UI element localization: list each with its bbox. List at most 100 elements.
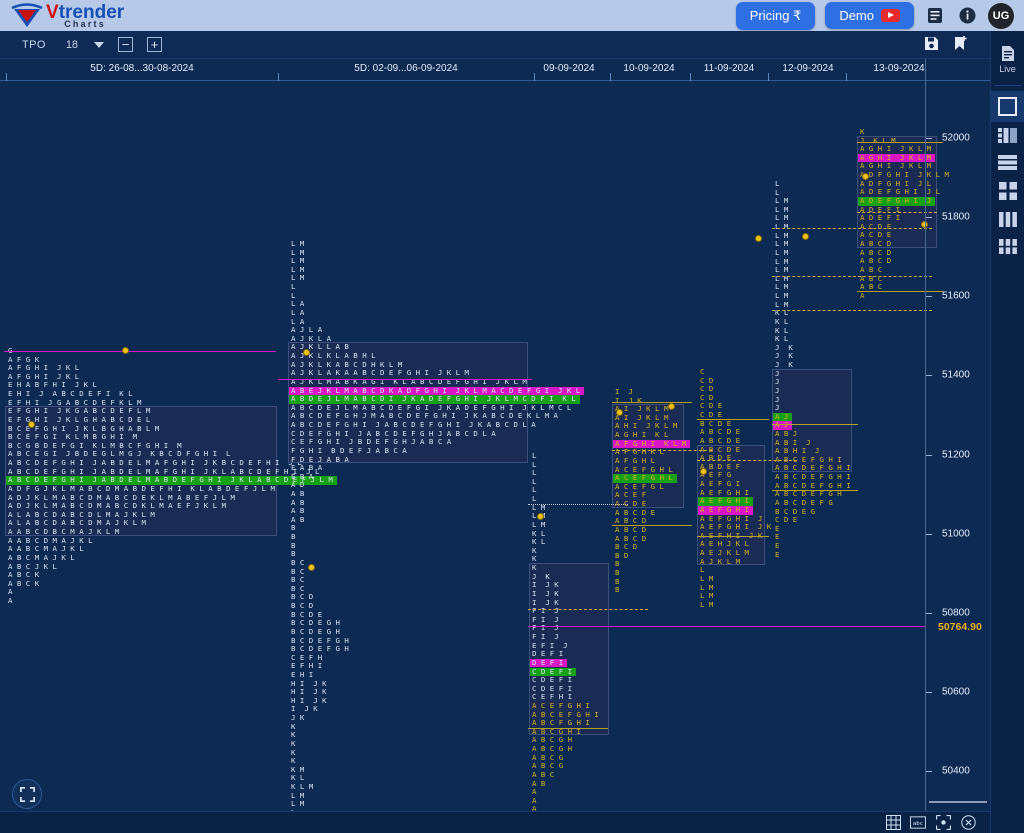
poc-extension-line [4, 350, 276, 352]
axis-tick [926, 691, 932, 693]
demo-button[interactable]: Demo [825, 2, 914, 29]
axis-price-label: 51600 [942, 290, 970, 302]
axis-tick [926, 454, 932, 456]
rail-item-single-pane[interactable] [990, 91, 1024, 122]
axis-price-label: 51800 [942, 211, 970, 223]
brand-text: Vtrender Charts [46, 3, 124, 29]
date-column-label[interactable]: 13-09-2024 [873, 63, 924, 74]
right-rail: Live [990, 31, 1024, 833]
rail-item-live[interactable]: Live [991, 39, 1024, 80]
session-marker-icon [303, 348, 310, 356]
date-header-row: 5D: 26-08...30-08-2024 5D: 02-09...06-09-… [0, 59, 990, 81]
header-actions: Pricing ₹ Demo UG [735, 1, 1014, 30]
rail-item-quad-layout[interactable] [991, 176, 1024, 206]
svg-text:abc: abc [913, 821, 923, 827]
tpo-row: A B C K [8, 578, 40, 588]
rail-item-rows-layout[interactable] [991, 149, 1024, 176]
axis-tick [926, 533, 932, 535]
close-circle-icon[interactable] [960, 815, 976, 831]
rail-divider [994, 85, 1021, 86]
price-axis[interactable]: 52000 51800 51600 51400 51200 51000 50800 50600… [925, 59, 990, 811]
range-line [772, 490, 858, 492]
date-column-label[interactable]: 11-09-2024 [704, 63, 754, 74]
reference-line [697, 460, 797, 462]
range-line [528, 728, 608, 730]
session-marker-icon [308, 563, 315, 571]
date-tick [768, 73, 769, 81]
date-column-label[interactable]: 5D: 26-08...30-08-2024 [90, 63, 193, 74]
toolbar-right-actions [924, 35, 968, 54]
rail-live-label: Live [999, 64, 1016, 74]
date-tick [278, 73, 279, 81]
date-tick [846, 73, 847, 81]
rail-item-split-pane[interactable] [991, 122, 1024, 149]
chart-toolbar: TPO 18 − + [0, 31, 990, 59]
session-marker-icon [802, 233, 809, 241]
range-line [612, 402, 692, 404]
range-line [697, 418, 769, 420]
bookmark-add-icon[interactable] [953, 35, 968, 54]
info-icon[interactable] [956, 5, 978, 27]
session-marker-icon [862, 172, 869, 180]
date-tick [690, 73, 691, 81]
reference-line [528, 608, 648, 610]
reference-line [528, 504, 628, 506]
fullscreen-fab-icon[interactable] [12, 779, 42, 809]
axis-price-label: 51000 [942, 528, 970, 540]
zoom-in-button[interactable]: + [147, 37, 163, 52]
crosshair-icon[interactable] [935, 815, 951, 831]
date-column-label[interactable]: 09-09-2024 [543, 63, 594, 74]
rail-item-columns-layout[interactable] [991, 206, 1024, 233]
app-header: Vtrender Charts Pricing ₹ Demo UG [0, 0, 1024, 31]
tpo-row: E [775, 549, 780, 559]
date-column-label[interactable]: 12-09-2024 [782, 63, 833, 74]
avatar[interactable]: UG [988, 2, 1014, 29]
chevron-down-icon[interactable] [94, 41, 105, 48]
tpo-row: A J K L M [700, 556, 741, 566]
reference-line [772, 310, 932, 312]
abc-toggle-icon[interactable]: abc [910, 815, 926, 831]
range-line [612, 524, 692, 526]
last-price-label: 50764.90 [938, 620, 982, 633]
range-line [697, 535, 769, 537]
axis-price-label: 50400 [942, 765, 970, 777]
axis-bottom-handle[interactable] [929, 801, 987, 803]
tpo-row: A [860, 290, 865, 300]
reference-line [772, 228, 932, 230]
chart-canvas[interactable]: 5D: 26-08...30-08-2024 5D: 02-09...06-09-… [0, 59, 990, 811]
grid-toggle-icon[interactable] [885, 815, 901, 831]
axis-tick [926, 612, 932, 614]
reference-line [612, 449, 712, 451]
poc-extension-line [278, 378, 532, 380]
axis-tick [926, 375, 932, 377]
save-icon[interactable] [924, 36, 939, 54]
tpo-row: A [8, 595, 13, 605]
chart-mode-label: TPO [22, 38, 46, 51]
pricing-label: Pricing ₹ [749, 7, 802, 23]
reference-line [772, 276, 932, 278]
tpo-row: B [615, 585, 620, 595]
date-tick [6, 73, 7, 81]
notes-icon[interactable] [924, 5, 946, 27]
axis-price-label: 51400 [942, 369, 970, 381]
pricing-button[interactable]: Pricing ₹ [735, 1, 816, 30]
period-value[interactable]: 18 [66, 39, 78, 51]
date-column-label[interactable]: 10-09-2024 [623, 63, 674, 74]
app-root: Vtrender Charts Pricing ₹ Demo UG TPO 18… [0, 0, 1024, 833]
axis-price-label: 51200 [942, 449, 970, 460]
brand-logo[interactable]: Vtrender Charts [10, 3, 124, 29]
profile-plot-area[interactable]: GA F G KA F G H I J K LA F G H I J K LE … [0, 81, 949, 811]
session-marker-icon [122, 346, 129, 354]
axis-tick [926, 296, 932, 298]
date-tick [610, 73, 611, 81]
rail-item-grid-layout[interactable] [991, 233, 1024, 260]
date-column-label[interactable]: 5D: 02-09...06-09-2024 [354, 63, 457, 74]
axis-tick [926, 771, 932, 772]
poc-extension-line [528, 626, 925, 628]
zoom-out-button[interactable]: − [118, 37, 134, 52]
brand-v: V [46, 1, 59, 23]
axis-tick [926, 138, 932, 139]
axis-tick [926, 217, 932, 219]
demo-label: Demo [839, 8, 874, 23]
status-bar: abc [0, 811, 990, 833]
